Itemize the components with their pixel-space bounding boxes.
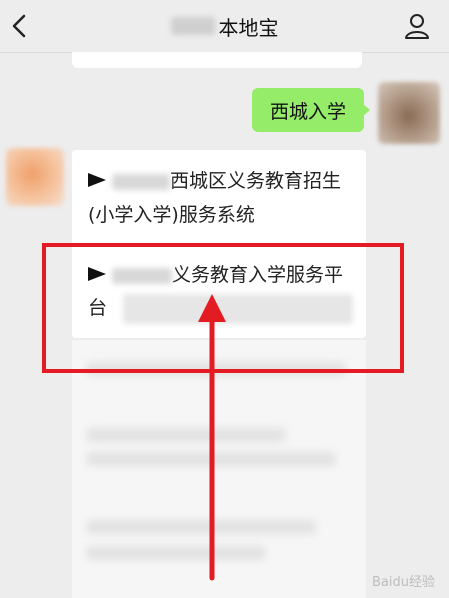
link-line-1[interactable]: 西城区义务教育招生 [88, 166, 341, 193]
blurred-line [86, 546, 266, 560]
title-wrap: 本地宝 [0, 0, 449, 52]
sent-message-text: 西城入学 [269, 100, 346, 123]
blurred-title-prefix [170, 17, 215, 35]
highlight-box [42, 243, 404, 373]
arrow-bullet-icon [88, 172, 106, 187]
bot-avatar[interactable] [6, 148, 64, 206]
person-icon[interactable] [403, 12, 431, 40]
sent-message-bubble[interactable]: 西城入学 [252, 88, 364, 132]
link-line-2[interactable]: (小学入学)服务系统 [88, 200, 255, 227]
user-avatar[interactable] [378, 82, 440, 144]
page-title: 本地宝 [218, 15, 279, 40]
blurred-text [112, 173, 170, 190]
link-1-text: 西城区义务教育招生 [170, 170, 342, 192]
blurred-line [86, 428, 286, 442]
blurred-line [86, 520, 316, 534]
link-1-continuation: (小学入学)服务系统 [88, 204, 255, 226]
sent-bubble-tail [362, 103, 370, 117]
previous-message-bubble [72, 52, 362, 68]
blurred-content-area [72, 340, 366, 598]
watermark-text: Baidu经验 [372, 575, 435, 590]
blurred-line [86, 452, 336, 466]
watermark: Baidu经验 [372, 571, 435, 590]
chat-header: 本地宝 [0, 0, 449, 53]
